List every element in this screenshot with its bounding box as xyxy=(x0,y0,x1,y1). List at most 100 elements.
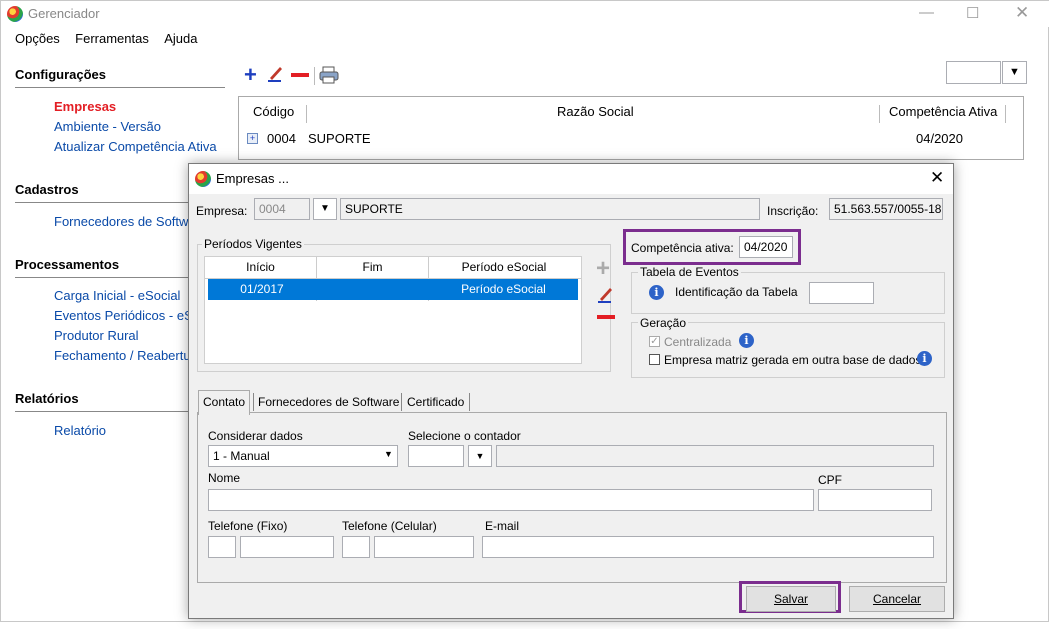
sidebar-item-ambiente-versao[interactable]: Ambiente - Versão xyxy=(54,119,161,134)
dialog-title-bar: Empresas ... ✕ xyxy=(189,164,953,194)
identificacao-field[interactable] xyxy=(809,282,874,304)
sidebar-item-fechamento[interactable]: Fechamento / Reabertura xyxy=(54,348,202,363)
tab-certificado[interactable]: Certificado xyxy=(403,391,469,413)
email-label: E-mail xyxy=(485,519,520,533)
tab-separator xyxy=(469,393,470,411)
column-header-razao-social[interactable]: Razão Social xyxy=(557,97,634,127)
cell-periodo: Período eSocial xyxy=(461,282,546,296)
column-header-periodo[interactable]: Período eSocial xyxy=(429,257,579,278)
edit-icon[interactable] xyxy=(267,64,285,85)
cell-razao: SUPORTE xyxy=(308,131,371,146)
competencia-label: Competência ativa: xyxy=(631,241,734,255)
periodos-grid: Início Fim Período eSocial 01/2017 Perío… xyxy=(204,256,582,364)
empresa-dropdown-icon[interactable]: ▼ xyxy=(313,198,337,220)
minimize-icon[interactable]: — xyxy=(919,4,934,21)
chevron-down-icon[interactable]: ▼ xyxy=(1002,61,1027,84)
competencia-field[interactable]: 04/2020 xyxy=(739,236,793,258)
edit-period-icon[interactable] xyxy=(597,285,615,306)
tabela-eventos-title: Tabela de Eventos xyxy=(638,265,741,279)
section-configuracoes: Configurações xyxy=(15,67,107,82)
expand-icon[interactable]: + xyxy=(247,133,258,144)
menu-ferramentas[interactable]: Ferramentas xyxy=(69,29,155,48)
info-icon[interactable]: i xyxy=(649,285,664,300)
centralizada-checkbox[interactable]: ✓ xyxy=(649,336,660,347)
section-relatorios: Relatórios xyxy=(15,391,79,406)
contador-dropdown-icon[interactable]: ▼ xyxy=(468,445,492,467)
column-header-inicio[interactable]: Início xyxy=(205,257,316,278)
contador-label: Selecione o contador xyxy=(408,429,521,443)
maximize-icon[interactable]: ☐ xyxy=(966,4,979,22)
tel-cel-ddd-field[interactable] xyxy=(342,536,370,558)
menu-opcoes[interactable]: Opções xyxy=(9,29,66,48)
remove-period-icon[interactable] xyxy=(597,315,615,319)
table-row[interactable]: 01/2017 Período eSocial xyxy=(208,279,578,300)
app-logo-icon xyxy=(195,171,211,187)
periodos-title: Períodos Vigentes xyxy=(202,237,304,251)
top-right-combo[interactable] xyxy=(946,61,1001,84)
add-icon[interactable]: + xyxy=(244,64,257,86)
tab-contato[interactable]: Contato xyxy=(198,390,251,415)
app-logo-icon xyxy=(7,6,23,22)
inscricao-label: Inscrição: xyxy=(767,204,819,218)
matriz-checkbox[interactable] xyxy=(649,354,660,365)
column-header-fim[interactable]: Fim xyxy=(317,257,428,278)
tab-separator xyxy=(401,393,402,411)
column-separator xyxy=(306,105,307,123)
sidebar-item-carga-inicial[interactable]: Carga Inicial - eSocial xyxy=(54,288,180,303)
divider xyxy=(197,582,947,583)
empresas-dialog: Empresas ... ✕ Empresa: 0004 ▼ SUPORTE I… xyxy=(188,163,954,619)
chevron-down-icon: ▼ xyxy=(384,449,393,459)
email-field[interactable] xyxy=(482,536,934,558)
table-row[interactable]: + 0004 SUPORTE 04/2020 xyxy=(239,128,1021,148)
cpf-field[interactable] xyxy=(818,489,932,511)
close-icon[interactable]: ✕ xyxy=(1015,3,1029,23)
nome-label: Nome xyxy=(208,471,241,485)
divider xyxy=(15,87,225,88)
tel-fixo-field[interactable] xyxy=(240,536,334,558)
considerar-label: Considerar dados xyxy=(208,429,303,443)
centralizada-label: Centralizada xyxy=(664,335,732,349)
sidebar-item-empresas[interactable]: Empresas xyxy=(54,99,116,114)
tel-fixo-label: Telefone (Fixo) xyxy=(208,519,288,533)
menu-ajuda[interactable]: Ajuda xyxy=(158,29,203,48)
cpf-label: CPF xyxy=(818,473,842,487)
dialog-title: Empresas ... xyxy=(216,171,289,186)
sidebar-item-atualizar-competencia[interactable]: Atualizar Competência Ativa xyxy=(54,139,217,154)
cell-competencia: 04/2020 xyxy=(916,131,963,146)
tab-fornecedores[interactable]: Fornecedores de Software xyxy=(254,391,404,413)
column-header-competencia[interactable]: Competência Ativa xyxy=(889,97,997,127)
dialog-close-icon[interactable]: ✕ xyxy=(930,168,944,188)
contador-name-field xyxy=(496,445,934,467)
geracao-group xyxy=(631,322,945,378)
section-processamentos: Processamentos xyxy=(15,257,120,272)
column-separator xyxy=(1005,105,1006,123)
contador-code-field[interactable] xyxy=(408,445,464,467)
tel-cel-label: Telefone (Celular) xyxy=(342,519,437,533)
empresa-code-field[interactable]: 0004 xyxy=(254,198,310,220)
contato-panel: Considerar dados 1 - Manual ▼ Selecione … xyxy=(197,412,947,583)
column-header-codigo[interactable]: Código xyxy=(253,97,294,127)
info-icon[interactable]: i xyxy=(917,351,932,366)
empresa-label: Empresa: xyxy=(196,204,248,218)
window-title: Gerenciador xyxy=(28,6,100,21)
tel-fixo-ddd-field[interactable] xyxy=(208,536,236,558)
sidebar-item-fornecedores[interactable]: Fornecedores de Software xyxy=(54,214,207,229)
considerar-select[interactable]: 1 - Manual xyxy=(208,445,398,467)
nome-field[interactable] xyxy=(208,489,814,511)
remove-icon[interactable] xyxy=(291,73,309,77)
geracao-title: Geração xyxy=(638,316,689,330)
matriz-label: Empresa matriz gerada em outra base de d… xyxy=(664,353,922,367)
print-icon[interactable] xyxy=(319,66,339,87)
column-separator xyxy=(879,105,880,123)
cell-codigo: 0004 xyxy=(267,131,296,146)
add-period-icon[interactable]: + xyxy=(596,257,610,281)
empresa-name-field: SUPORTE xyxy=(340,198,760,220)
save-button[interactable]: Salvar xyxy=(746,586,836,612)
companies-grid: Código Razão Social Competência Ativa + … xyxy=(238,96,1024,160)
info-icon[interactable]: i xyxy=(739,333,754,348)
sidebar-item-produtor-rural[interactable]: Produtor Rural xyxy=(54,328,139,343)
cancel-button[interactable]: Cancelar xyxy=(849,586,945,612)
sidebar-item-relatorio[interactable]: Relatório xyxy=(54,423,106,438)
tel-cel-field[interactable] xyxy=(374,536,474,558)
toolbar-separator xyxy=(314,67,315,85)
